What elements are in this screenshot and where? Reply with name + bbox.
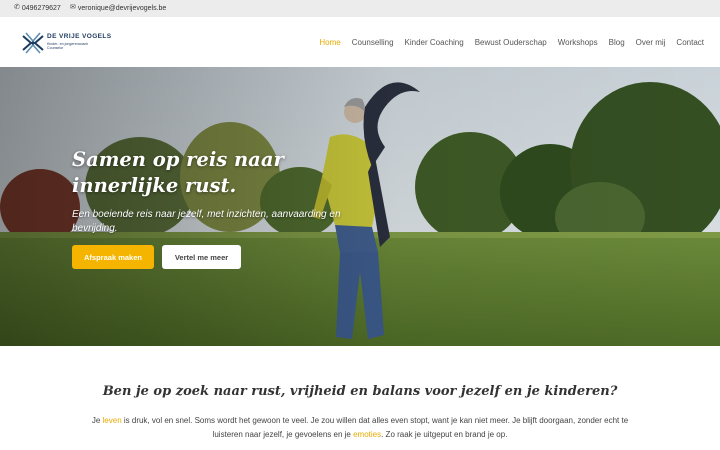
hero-subtitle: Een boeiende reis naar jezelf, met inzic…: [72, 209, 341, 234]
intro-heading: Ben je op zoek naar rust, vrijheid en ba…: [102, 384, 618, 399]
top-bar: ✆ 0496279627 ✉ veronique@devrijevogels.b…: [0, 0, 720, 17]
nav-item-workshops[interactable]: Workshops: [558, 38, 598, 47]
nav-item-kinder-coaching[interactable]: Kinder Coaching: [405, 38, 464, 47]
intro-paragraph: Je leven is druk, vol en snel. Soms word…: [90, 414, 630, 442]
nav-item-contact[interactable]: Contact: [676, 38, 704, 47]
site-logo[interactable]: DE VRIJE VOGELS Kinder- en jongerencoach…: [20, 30, 112, 56]
hero-title-line-1: Samen op reis naar: [72, 148, 284, 171]
logo-title: DE VRIJE VOGELS: [47, 33, 112, 40]
main-nav: Home Counselling Kinder Coaching Bewust …: [319, 38, 704, 47]
envelope-icon: ✉: [70, 4, 76, 11]
emoties-link[interactable]: emoties: [353, 430, 381, 439]
nav-item-blog[interactable]: Blog: [609, 38, 625, 47]
nav-item-over-mij[interactable]: Over mij: [636, 38, 666, 47]
nav-item-home[interactable]: Home: [319, 38, 340, 47]
site-header: DE VRIJE VOGELS Kinder- en jongerencoach…: [0, 17, 720, 67]
intro-text-1: Je: [91, 416, 103, 425]
vertel-me-meer-button[interactable]: Vertel me meer: [162, 245, 241, 269]
phone-contact[interactable]: ✆ 0496279627: [14, 4, 61, 12]
bird-logo-icon: [22, 32, 44, 54]
phone-icon: ✆: [14, 4, 20, 11]
email-contact[interactable]: ✉ veronique@devrijevogels.be: [70, 4, 166, 12]
email-address[interactable]: veronique@devrijevogels.be: [78, 5, 166, 12]
logo-subtitle-2: Counselor: [47, 46, 64, 50]
hero-title-line-2: innerlijke rust.: [72, 174, 237, 197]
hero-title: Samen op reis naar innerlijke rust.: [72, 147, 332, 199]
hero-background-image: [0, 67, 720, 346]
nav-item-counselling[interactable]: Counselling: [352, 38, 394, 47]
intro-text-3: . Zo raak je uitgeput en brand je op.: [381, 430, 508, 439]
phone-number[interactable]: 0496279627: [22, 5, 61, 12]
afspraak-maken-button[interactable]: Afspraak maken: [72, 245, 154, 269]
hero-section: Samen op reis naar innerlijke rust. Een …: [0, 67, 720, 346]
leven-link[interactable]: leven: [103, 416, 122, 425]
nav-item-bewust-ouderschap[interactable]: Bewust Ouderschap: [475, 38, 547, 47]
